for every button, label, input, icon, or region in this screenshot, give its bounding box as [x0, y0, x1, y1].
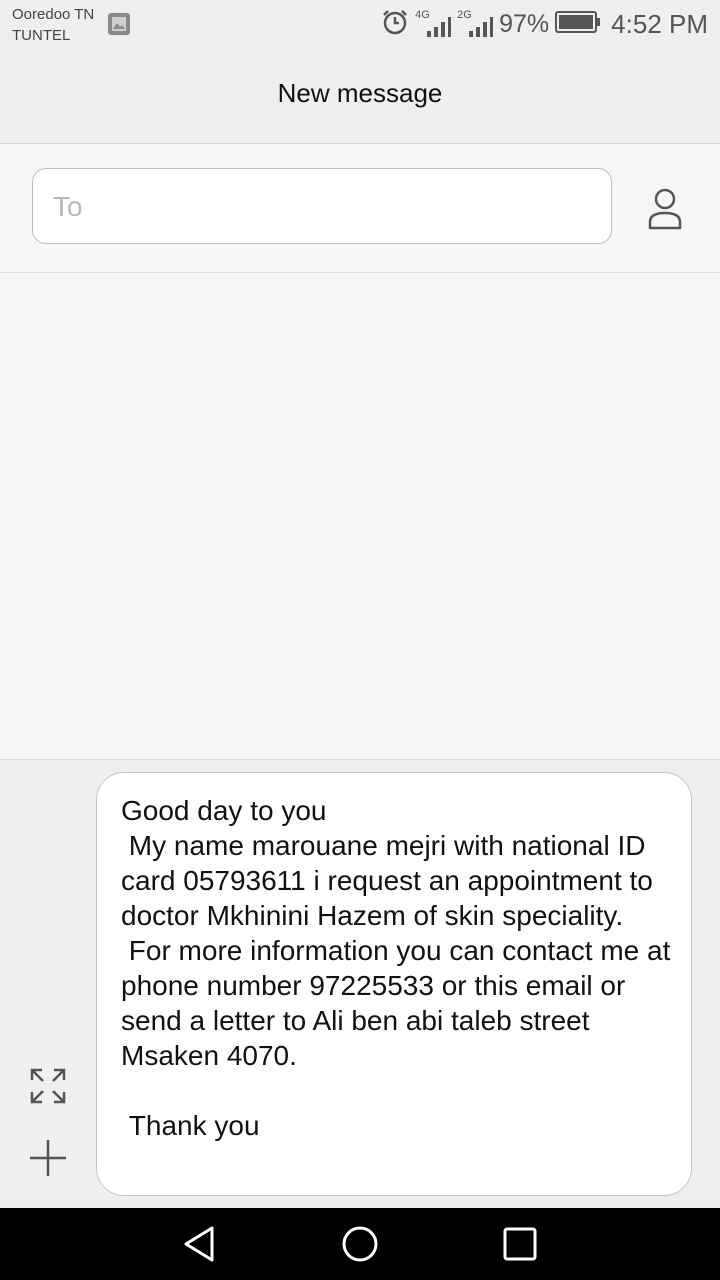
back-button[interactable]	[180, 1224, 220, 1264]
signal-bars-icon	[469, 17, 494, 37]
recipient-row	[0, 144, 720, 273]
alarm-icon	[381, 8, 409, 41]
signal-bars-icon	[427, 17, 452, 37]
status-bar: Ooredoo TN TUNTEL 4G 2G 97% 4:52 PM	[0, 0, 720, 48]
recents-button[interactable]	[500, 1224, 540, 1264]
to-field-container[interactable]	[32, 168, 612, 245]
add-attachment-button[interactable]	[28, 1138, 68, 1178]
expand-button[interactable]	[28, 1066, 68, 1106]
person-icon	[648, 188, 682, 230]
signal-4g: 4G	[415, 9, 452, 39]
navigation-bar	[0, 1208, 720, 1280]
expand-icon	[30, 1068, 66, 1104]
carrier-info: Ooredoo TN TUNTEL	[12, 5, 94, 47]
plus-icon	[30, 1140, 66, 1176]
clock: 4:52 PM	[611, 8, 708, 39]
carrier-name-1: Ooredoo TN	[12, 6, 95, 23]
signal-2g: 2G	[457, 9, 494, 39]
recents-square-icon	[503, 1227, 537, 1261]
compose-area: Good day to you My name marouane mejri w…	[0, 759, 720, 1209]
message-text[interactable]: Good day to you My name marouane mejri w…	[121, 793, 677, 1143]
recipient-input[interactable]	[51, 169, 595, 245]
home-circle-icon	[342, 1226, 378, 1262]
contact-picker-button[interactable]	[640, 188, 690, 232]
conversation-area	[0, 273, 720, 759]
home-button[interactable]	[340, 1224, 380, 1264]
back-triangle-icon	[184, 1226, 214, 1262]
page-title: New message	[277, 78, 443, 108]
battery-icon	[555, 10, 601, 39]
image-notification-icon	[108, 13, 130, 40]
battery-percent: 97%	[499, 9, 550, 38]
title-bar: New message	[0, 48, 720, 144]
carrier-name-2: TUNTEL	[12, 27, 71, 44]
message-input[interactable]: Good day to you My name marouane mejri w…	[96, 772, 692, 1196]
